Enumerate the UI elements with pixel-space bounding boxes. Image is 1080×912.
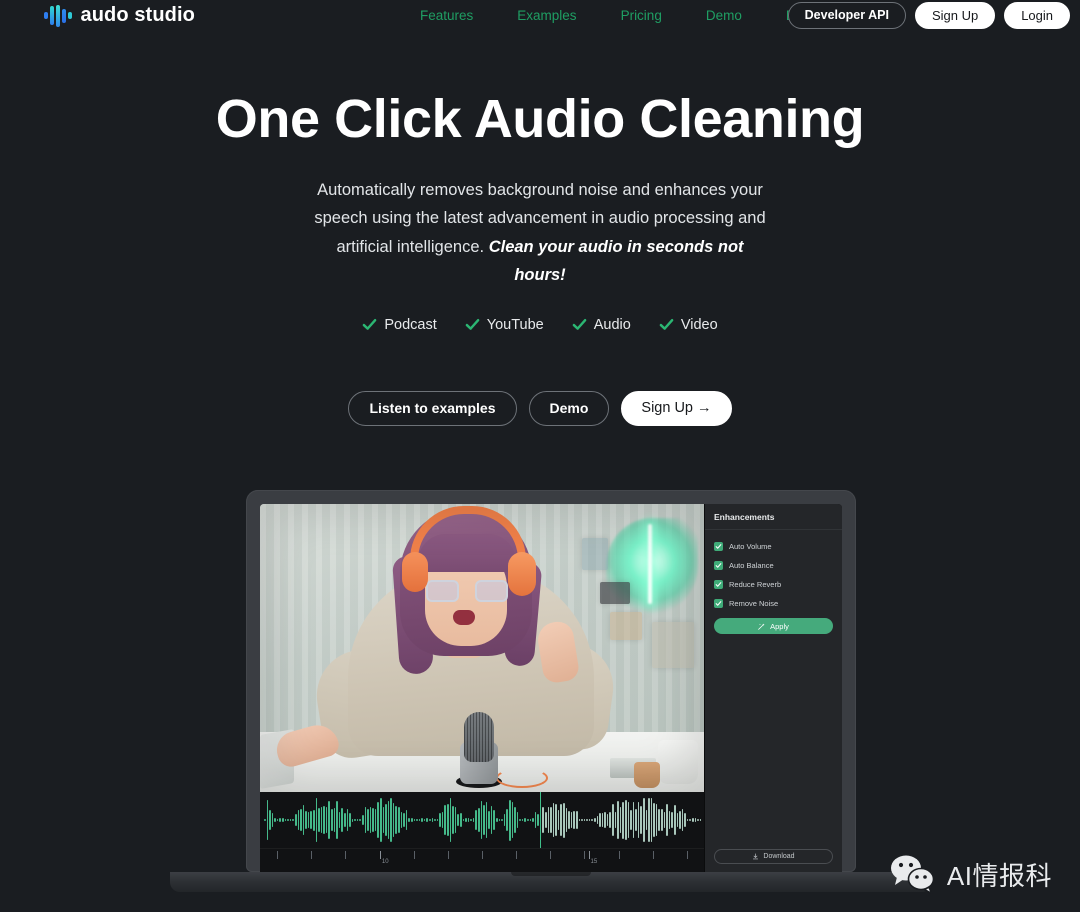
check-icon — [572, 319, 587, 331]
hero-feature-list: Podcast YouTube Audio Video — [0, 317, 1080, 333]
checkbox-checked-icon[interactable] — [714, 561, 723, 570]
nav-link-demo[interactable]: Demo — [684, 8, 764, 23]
brand-name: audo studio — [80, 4, 195, 26]
feature-label: Podcast — [384, 316, 437, 333]
audio-bars-logo-icon — [44, 4, 72, 27]
timeline-tick — [584, 851, 586, 859]
download-button[interactable]: Download — [714, 849, 833, 864]
option-reduce-reverb[interactable]: Reduce Reverb — [714, 580, 833, 589]
checkbox-checked-icon[interactable] — [714, 542, 723, 551]
panel-footer: Download — [705, 849, 842, 872]
laptop-base — [170, 872, 932, 892]
apply-button[interactable]: Apply — [714, 618, 833, 634]
nav-link-features[interactable]: Features — [398, 8, 495, 23]
laptop-screen: 10 15 Enhancements Auto Volume Auto Bala… — [260, 504, 842, 872]
waveform-area: 10 15 — [260, 792, 704, 872]
checkbox-checked-icon[interactable] — [714, 580, 723, 589]
watermark-text: AI情报科 — [946, 860, 1052, 891]
timeline-tick — [618, 851, 620, 859]
feature-item-video: Video — [659, 317, 718, 333]
watermark: AI情报科 — [889, 854, 1052, 894]
option-label: Reduce Reverb — [729, 580, 782, 589]
option-auto-volume[interactable]: Auto Volume — [714, 542, 833, 551]
enhancement-options: Auto Volume Auto Balance Reduce Reverb R… — [705, 530, 842, 634]
timeline-tick-label: 10 — [381, 859, 389, 865]
sign-up-button[interactable]: Sign Up — [914, 2, 996, 29]
timeline-tick — [686, 851, 688, 859]
option-auto-balance[interactable]: Auto Balance — [714, 561, 833, 570]
timeline-tick — [345, 851, 347, 859]
download-label: Download — [763, 853, 795, 860]
timeline-tick — [482, 851, 483, 859]
timeline-tick — [516, 851, 518, 859]
nav-links: Features Examples Pricing Demo Blog — [398, 0, 835, 31]
hero-subtitle: Automatically removes background noise a… — [314, 176, 766, 289]
option-label: Auto Balance — [729, 561, 774, 570]
option-label: Remove Noise — [729, 599, 779, 608]
top-navigation-bar: audo studio Features Examples Pricing De… — [0, 0, 1080, 31]
hero-sign-up-button[interactable]: Sign Up → — [621, 390, 732, 426]
nav-link-examples[interactable]: Examples — [495, 8, 598, 23]
audo-studio-app: 10 15 Enhancements Auto Volume Auto Bala… — [260, 504, 842, 872]
hero-section: One Click Audio Cleaning Automatically r… — [0, 31, 1080, 426]
timeline-tick — [277, 851, 279, 859]
video-preview[interactable] — [260, 504, 704, 792]
panel-title: Enhancements — [705, 504, 842, 530]
timeline-tick — [413, 851, 415, 859]
timeline-tick — [311, 851, 313, 859]
magic-wand-icon — [758, 623, 765, 630]
listen-to-examples-button[interactable]: Listen to examples — [348, 390, 517, 426]
apply-label: Apply — [770, 621, 789, 631]
landing-page: audo studio Features Examples Pricing De… — [0, 0, 1080, 912]
wechat-icon — [890, 855, 935, 894]
feature-item-audio: Audio — [572, 317, 631, 333]
waveform-canvas[interactable] — [260, 792, 704, 848]
photo-vignette — [260, 504, 704, 792]
timeline-ruler[interactable]: 10 15 — [260, 848, 704, 872]
feature-item-podcast: Podcast — [362, 316, 437, 333]
laptop-lid: 10 15 Enhancements Auto Volume Auto Bala… — [246, 490, 856, 872]
timeline-tick-label: 15 — [590, 859, 598, 865]
timeline-tick — [588, 851, 590, 859]
feature-item-youtube: YouTube — [465, 317, 544, 333]
hero-cta-buttons: Listen to examples Demo Sign Up → — [0, 390, 1080, 426]
nav-link-pricing[interactable]: Pricing — [599, 8, 684, 23]
laptop-mockup: 10 15 Enhancements Auto Volume Auto Bala… — [170, 490, 932, 892]
feature-label: Video — [680, 316, 718, 333]
waveform-bars — [264, 792, 702, 848]
download-icon — [753, 853, 759, 860]
check-icon — [465, 319, 480, 331]
timeline-tick — [447, 851, 449, 859]
hero-subtitle-emphasis: Clean your audio in seconds not hours! — [488, 237, 744, 284]
demo-button[interactable]: Demo — [528, 390, 610, 426]
brand-logo[interactable]: audo studio — [44, 4, 195, 27]
option-label: Auto Volume — [729, 542, 772, 551]
playhead-cursor[interactable] — [539, 792, 542, 848]
login-button[interactable]: Login — [1004, 2, 1070, 29]
option-remove-noise[interactable]: Remove Noise — [714, 599, 833, 608]
developer-api-button[interactable]: Developer API — [787, 2, 906, 29]
page-title: One Click Audio Cleaning — [215, 89, 865, 149]
check-icon — [363, 319, 377, 331]
feature-label: YouTube — [486, 316, 544, 333]
nav-actions: Developer API Sign Up Login — [787, 0, 1070, 31]
timeline-tick — [652, 851, 654, 859]
timeline-tick — [550, 851, 552, 859]
app-main-area: 10 15 — [260, 504, 704, 872]
timeline-tick — [379, 851, 381, 859]
check-icon — [659, 319, 674, 331]
enhancements-panel: Enhancements Auto Volume Auto Balance Re… — [704, 504, 842, 872]
checkbox-checked-icon[interactable] — [714, 599, 723, 608]
feature-label: Audio — [593, 316, 631, 333]
